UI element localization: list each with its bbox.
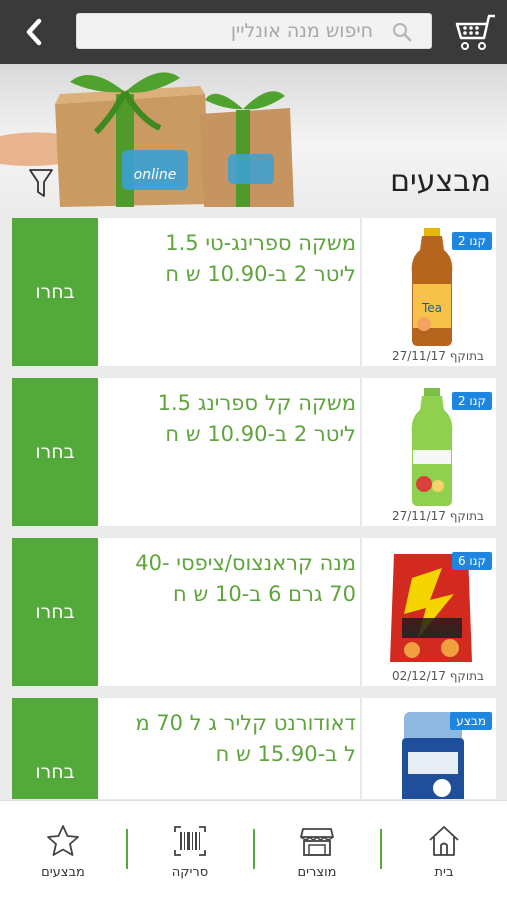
home-icon	[429, 826, 459, 856]
back-button[interactable]	[12, 10, 56, 54]
card-divider	[360, 378, 362, 526]
search-icon	[393, 23, 412, 42]
deal-card[interactable]: בחרו משקה ספרינג-טי 1.5 ליטר 2 ב-10.90 ש…	[12, 218, 496, 366]
bottom-nav: מבצעים סריקה מוצרים בית	[0, 800, 507, 900]
svg-text:Tea: Tea	[421, 301, 442, 315]
deal-description: מנה קראנצוס/ציפסי -40 70 גרם 6 ב-10 ש ח	[135, 551, 356, 606]
choose-button[interactable]: בחרו	[12, 218, 98, 366]
nav-deals[interactable]: מבצעים	[18, 823, 108, 887]
deal-card[interactable]: בחרו מנה קראנצוס/ציפסי -40 70 גרם 6 ב-10…	[12, 538, 496, 686]
card-divider	[360, 218, 362, 366]
nav-separator	[126, 829, 128, 869]
deal-description: משקה ספרינג-טי 1.5 ליטר 2 ב-10.90 ש ח	[165, 231, 356, 286]
choose-button[interactable]: בחרו	[12, 698, 98, 799]
card-divider	[360, 698, 362, 799]
deal-badge: קנו 6	[451, 552, 492, 570]
nav-products-label: מוצרים	[297, 865, 337, 880]
deals-list[interactable]: בחרו משקה ספרינג-טי 1.5 ליטר 2 ב-10.90 ש…	[0, 207, 507, 799]
deal-badge: קנו 2	[451, 232, 492, 250]
nav-scan-label: סריקה	[171, 865, 209, 880]
deal-card[interactable]: בחרו דאודורנט קליר ג ל 70 מ ל ב-15.90 ש …	[12, 698, 496, 799]
search-box[interactable]	[76, 13, 432, 49]
barcode-scan-icon	[174, 826, 206, 856]
deal-badge: מבצע	[450, 712, 492, 730]
choose-button[interactable]: בחרו	[12, 538, 98, 686]
store-icon	[300, 828, 334, 856]
shopping-cart-icon	[455, 14, 495, 50]
nav-scan[interactable]: סריקה	[145, 823, 235, 887]
cart-button[interactable]	[451, 8, 499, 56]
page-title: מבצעים	[390, 164, 491, 199]
nav-separator	[380, 829, 382, 869]
choose-button[interactable]: בחרו	[12, 378, 98, 526]
search-input[interactable]	[77, 14, 431, 48]
deal-badge: קנו 2	[451, 392, 492, 410]
card-divider	[360, 538, 362, 686]
deal-card[interactable]: בחרו משקה קל ספרינג 1.5 ליטר 2 ב-10.90 ש…	[12, 378, 496, 526]
deal-description: דאודורנט קליר ג ל 70 מ ל ב-15.90 ש ח	[135, 711, 356, 766]
nav-deals-label: מבצעים	[41, 865, 85, 880]
chevron-left-icon	[26, 18, 42, 46]
deal-validity: בתוקף 27/11/17	[391, 509, 484, 523]
deal-validity: בתוקף 27/11/17	[391, 349, 484, 363]
nav-products[interactable]: מוצרים	[272, 823, 362, 887]
star-icon	[47, 825, 79, 856]
deal-validity: בתוקף 02/12/17	[391, 669, 484, 683]
banner-brand-logo: online	[134, 167, 177, 183]
nav-home-label: בית	[434, 865, 454, 880]
filter-icon[interactable]	[28, 167, 54, 199]
nav-separator	[253, 829, 255, 869]
promo-banner: online מבצעים	[0, 64, 507, 207]
top-bar	[0, 0, 507, 64]
nav-home[interactable]: בית	[399, 823, 489, 887]
deal-description: משקה קל ספרינג 1.5 ליטר 2 ב-10.90 ש ח	[157, 391, 356, 446]
